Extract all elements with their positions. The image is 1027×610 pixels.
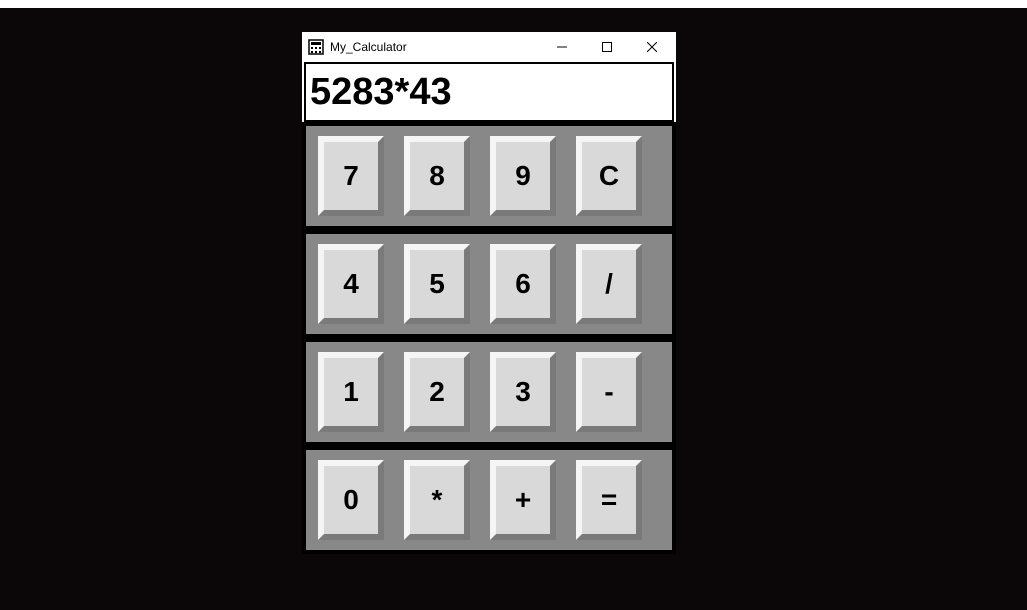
display-value: 5283*43 — [310, 71, 452, 114]
button-row: 0 * + = — [304, 448, 674, 552]
calculator-icon — [308, 39, 324, 55]
button-1[interactable]: 1 — [318, 352, 384, 432]
calculator-window: My_Calculator 5283*43 7 8 9 C 4 5 6 / — [302, 32, 676, 554]
window-title: My_Calculator — [330, 40, 539, 54]
button-subtract[interactable]: - — [576, 352, 642, 432]
button-6[interactable]: 6 — [490, 244, 556, 324]
button-multiply[interactable]: * — [404, 460, 470, 540]
button-row: 1 2 3 - — [304, 340, 674, 444]
button-clear[interactable]: C — [576, 136, 642, 216]
button-3[interactable]: 3 — [490, 352, 556, 432]
button-7[interactable]: 7 — [318, 136, 384, 216]
minimize-button[interactable] — [539, 32, 584, 62]
keypad: 7 8 9 C 4 5 6 / 1 2 3 - 0 * + = — [302, 122, 676, 554]
maximize-button[interactable] — [584, 32, 629, 62]
button-row: 4 5 6 / — [304, 232, 674, 336]
button-9[interactable]: 9 — [490, 136, 556, 216]
button-row: 7 8 9 C — [304, 124, 674, 228]
button-0[interactable]: 0 — [318, 460, 384, 540]
close-button[interactable] — [629, 32, 674, 62]
button-equals[interactable]: = — [576, 460, 642, 540]
display: 5283*43 — [304, 62, 674, 122]
button-add[interactable]: + — [490, 460, 556, 540]
button-2[interactable]: 2 — [404, 352, 470, 432]
titlebar[interactable]: My_Calculator — [302, 32, 676, 62]
button-divide[interactable]: / — [576, 244, 642, 324]
window-controls — [539, 32, 674, 62]
button-4[interactable]: 4 — [318, 244, 384, 324]
button-8[interactable]: 8 — [404, 136, 470, 216]
browser-top-strip — [0, 0, 1027, 8]
button-5[interactable]: 5 — [404, 244, 470, 324]
